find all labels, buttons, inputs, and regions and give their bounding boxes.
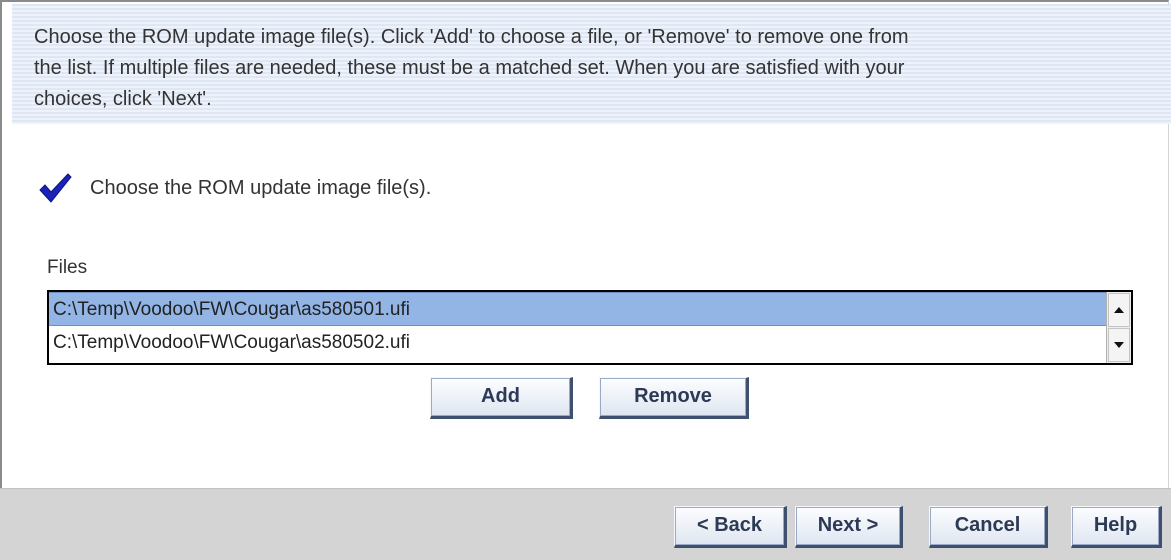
step-indicator: Choose the ROM update image file(s). <box>38 168 431 208</box>
files-label: Files <box>47 257 88 278</box>
instructions-panel: Choose the ROM update image file(s). Cli… <box>12 4 1171 124</box>
instructions-line-2: the list. If multiple files are needed, … <box>34 57 905 79</box>
step-text: Choose the ROM update image file(s). <box>90 176 432 199</box>
add-button[interactable]: Add <box>430 377 573 419</box>
next-button[interactable]: Next > <box>795 506 903 548</box>
arrow-up-icon <box>1114 307 1124 313</box>
remove-button[interactable]: Remove <box>599 377 749 419</box>
scroll-down-button[interactable] <box>1108 328 1130 362</box>
instructions-line-3: choices, click 'Next'. <box>34 88 212 110</box>
scroll-up-button[interactable] <box>1108 293 1130 327</box>
instructions-line-1: Choose the ROM update image file(s). Cli… <box>34 26 909 48</box>
file-list[interactable]: C:\Temp\Voodoo\FW\Cougar\as580501.ufi C:… <box>47 290 1133 365</box>
file-list-item[interactable]: C:\Temp\Voodoo\FW\Cougar\as580502.ufi <box>49 326 1106 360</box>
back-button[interactable]: < Back <box>674 506 787 548</box>
cancel-button[interactable]: Cancel <box>929 506 1048 548</box>
file-list-item[interactable]: C:\Temp\Voodoo\FW\Cougar\as580501.ufi <box>49 292 1106 326</box>
file-list-rows: C:\Temp\Voodoo\FW\Cougar\as580501.ufi C:… <box>49 292 1106 363</box>
help-button[interactable]: Help <box>1071 506 1162 548</box>
checkmark-icon <box>39 173 72 203</box>
file-list-scrollbar[interactable] <box>1106 292 1131 363</box>
arrow-down-icon <box>1114 342 1124 348</box>
